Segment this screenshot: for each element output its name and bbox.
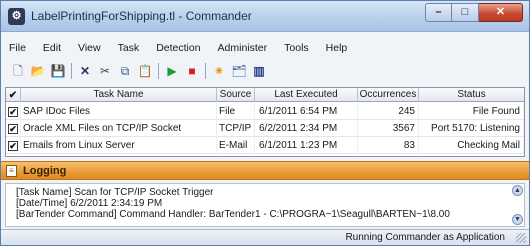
cut-scissors-icon[interactable]: ✂ [96,62,114,80]
menu-detection[interactable]: Detection [156,42,200,54]
header-status[interactable]: Status [419,88,524,102]
logging-pane-header[interactable]: ≡ Logging [1,161,529,180]
save-disk-icon[interactable]: 💾 [49,62,67,80]
task-table: ✔ Task Name Source Last Executed Occurre… [5,87,525,157]
header-source[interactable]: Source [217,88,255,102]
task-name-cell: Oracle XML Files on TCP/IP Socket [21,120,217,137]
properties-icon[interactable]: 🗂 [230,62,248,80]
table-header: ✔ Task Name Source Last Executed Occurre… [6,88,524,102]
table-row[interactable]: ✔ SAP IDoc Files File 6/1/2011 6:54 PM 2… [6,103,524,120]
enabled-cell: ✔ [6,120,21,137]
minimize-icon: – [435,6,442,18]
commander-app-icon: ⚙ [8,8,25,25]
logging-title: Logging [23,165,67,177]
status-cell: Checking Mail [419,137,524,154]
menu-edit[interactable]: Edit [43,42,61,54]
open-folder-icon[interactable]: 📂 [29,62,47,80]
occurrences-cell: 245 [358,103,419,120]
maximize-icon: □ [461,6,469,18]
last-executed-cell: 6/1/2011 6:54 PM [255,103,358,120]
delete-x-icon[interactable]: ✕ [76,62,94,80]
header-task-name[interactable]: Task Name [21,88,217,102]
menu-bar: File Edit View Task Detection Administer… [1,38,529,58]
scroll-up-icon[interactable]: ▲ [512,185,523,196]
run-play-icon[interactable]: ▶ [163,62,181,80]
log-output[interactable]: [Task Name] Scan for TCP/IP Socket Trigg… [5,183,525,227]
menu-tools[interactable]: Tools [284,42,309,54]
enabled-checkbox[interactable]: ✔ [8,106,18,117]
header-enabled-check-icon[interactable]: ✔ [6,88,21,102]
window-controls: – □ ✕ [425,3,523,23]
minimize-button[interactable]: – [425,3,452,22]
scan-sun-icon[interactable]: ✷ [210,62,228,80]
enabled-cell: ✔ [6,103,21,120]
maximize-button[interactable]: □ [452,3,479,22]
toolbar: 🗋 📂 💾 ✕ ✂ ⧉ 📋 ▶ ■ ✷ 🗂 ▥ [9,60,309,82]
table-row[interactable]: ✔ Oracle XML Files on TCP/IP Socket TCP/… [6,120,524,137]
table-row[interactable]: ✔ Emails from Linux Server E-Mail 6/1/20… [6,137,524,154]
window-title: LabelPrintingForShipping.tl - Commander [31,9,252,23]
paste-clipboard-icon[interactable]: 📋 [136,62,154,80]
log-document-icon: ≡ [6,165,17,177]
status-cell: Port 5170: Listening [419,120,524,137]
log-line: [Date/Time] 6/2/2011 2:34:19 PM [16,198,163,209]
scroll-down-icon[interactable]: ▼ [512,214,523,225]
task-name-cell: Emails from Linux Server [21,137,217,154]
occurrences-cell: 3567 [358,120,419,137]
toolbar-separator [205,63,206,79]
status-text: Running Commander as Application [345,232,505,243]
title-bar[interactable]: ⚙ LabelPrintingForShipping.tl - Commande… [1,1,529,32]
log-line: [Task Name] Scan for TCP/IP Socket Trigg… [16,187,214,198]
status-cell: File Found [419,103,524,120]
close-button[interactable]: ✕ [479,3,523,22]
menu-administer[interactable]: Administer [218,42,268,54]
header-occurrences[interactable]: Occurrences [358,88,419,102]
columns-icon[interactable]: ▥ [250,62,268,80]
log-line: [BarTender Command] Command Handler: Bar… [16,209,450,220]
status-bar: Running Commander as Application [1,229,529,245]
commander-window: ⚙ LabelPrintingForShipping.tl - Commande… [0,0,530,246]
enabled-cell: ✔ [6,137,21,154]
source-cell: File [217,103,255,120]
new-document-icon[interactable]: 🗋 [9,62,27,80]
stop-icon[interactable]: ■ [183,62,201,80]
toolbar-separator [71,63,72,79]
header-last-executed[interactable]: Last Executed [255,88,358,102]
source-cell: E-Mail [217,137,255,154]
menu-view[interactable]: View [78,42,101,54]
enabled-checkbox[interactable]: ✔ [8,123,18,134]
last-executed-cell: 6/1/2011 1:23 PM [255,137,358,154]
toolbar-separator [158,63,159,79]
task-name-cell: SAP IDoc Files [21,103,217,120]
copy-icon[interactable]: ⧉ [116,62,134,80]
resize-grip-icon[interactable] [516,233,526,243]
enabled-checkbox[interactable]: ✔ [8,140,18,151]
log-scrollbar[interactable]: ▲ ▼ [511,184,524,226]
close-icon: ✕ [495,6,506,18]
menu-task[interactable]: Task [118,42,140,54]
source-cell: TCP/IP [217,120,255,137]
menu-file[interactable]: File [9,42,26,54]
menu-help[interactable]: Help [326,42,348,54]
last-executed-cell: 6/2/2011 2:34 PM [255,120,358,137]
occurrences-cell: 83 [358,137,419,154]
